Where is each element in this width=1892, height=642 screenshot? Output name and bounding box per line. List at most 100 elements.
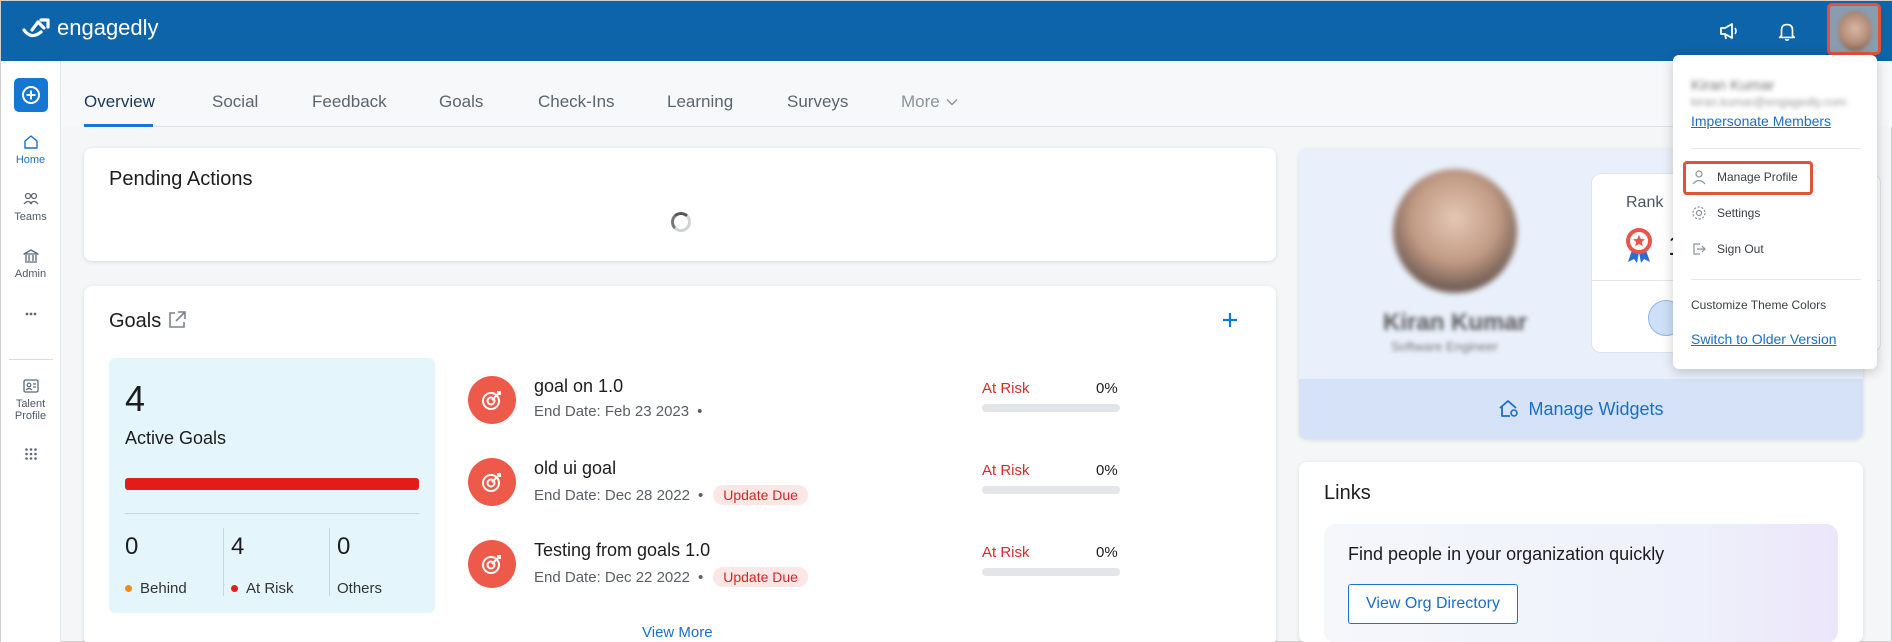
target-icon <box>468 540 516 588</box>
goal-status: At Risk <box>982 544 1030 561</box>
behind-label: Behind <box>125 580 187 597</box>
engagedly-logo[interactable]: engagedly <box>21 15 159 41</box>
profile-role: Software Engineer <box>1391 339 1498 354</box>
goal-end-date: End Date: Feb 23 2023 • <box>534 403 702 420</box>
bell-icon[interactable] <box>1773 17 1801 45</box>
view-org-directory-button[interactable]: View Org Directory <box>1348 584 1518 624</box>
view-more-link[interactable]: View More <box>642 624 713 641</box>
links-title: Links <box>1324 482 1371 504</box>
goal-status: At Risk <box>982 462 1030 479</box>
engagedly-logo-icon <box>22 18 50 38</box>
nav-item-talent-profile[interactable]: Talent Profile <box>1 377 60 422</box>
behind-count: 0 <box>125 533 139 560</box>
goal-row[interactable]: old ui goal End Date: Dec 28 2022 • Update… <box>468 458 1148 518</box>
active-goals-count: 4 <box>125 378 146 419</box>
main-tabs: Overview Social Feedback Goals Check-Ins… <box>61 61 1892 127</box>
goal-progress-bar <box>982 404 1120 412</box>
separator-dot: • <box>697 403 703 420</box>
tab-check-ins[interactable]: Check-Ins <box>538 92 615 112</box>
nav-item-admin[interactable]: Admin <box>1 247 60 280</box>
switch-older-version-link[interactable]: Switch to Older Version <box>1691 331 1837 347</box>
active-tab-indicator <box>84 124 153 127</box>
pending-actions-card: Pending Actions <box>84 148 1276 261</box>
goal-date-text: End Date: Feb 23 2023 <box>534 403 690 420</box>
customize-theme-colors-item[interactable]: Customize Theme Colors <box>1691 298 1826 312</box>
nav-item-apps[interactable] <box>1 447 60 464</box>
house-gear-icon <box>1499 400 1519 417</box>
org-directory-panel: Find people in your organization quickly… <box>1324 524 1838 642</box>
admin-icon <box>22 249 39 263</box>
goal-name[interactable]: goal on 1.0 <box>534 376 623 397</box>
dropdown-divider <box>1691 148 1861 149</box>
add-button[interactable] <box>14 78 48 112</box>
sign-out-item[interactable]: Sign Out <box>1691 241 1764 257</box>
at-risk-label-text: At Risk <box>246 580 294 597</box>
at-risk-dot <box>231 585 238 592</box>
goal-progress-bar <box>982 486 1120 494</box>
goal-date-text: End Date: Dec 22 2022 <box>534 568 690 586</box>
stat-separator <box>329 528 330 596</box>
tab-surveys[interactable]: Surveys <box>787 92 848 112</box>
tabs-divider <box>84 126 1824 127</box>
goal-row[interactable]: Testing from goals 1.0 End Date: Dec 22 … <box>468 540 1148 600</box>
goal-progress-value: 0% <box>1096 380 1118 397</box>
user-avatar-button[interactable] <box>1827 3 1881 55</box>
update-due-badge: Update Due <box>713 567 808 587</box>
nav-label-home: Home <box>15 154 46 166</box>
behind-dot <box>125 585 132 592</box>
dropdown-divider <box>1691 279 1861 280</box>
goal-progress-bar <box>982 568 1120 576</box>
manage-widgets-button[interactable]: Manage Widgets <box>1299 379 1863 439</box>
megaphone-icon[interactable] <box>1715 17 1743 45</box>
settings-item[interactable]: Settings <box>1691 205 1760 221</box>
goals-title: Goals <box>109 310 162 332</box>
active-goals-summary: 4 Active Goals 0 4 0 Behind At Risk Othe… <box>109 358 435 613</box>
add-goal-icon[interactable] <box>1221 311 1239 329</box>
chevron-down-icon <box>946 98 958 106</box>
behind-label-text: Behind <box>140 580 187 597</box>
goal-name[interactable]: Testing from goals 1.0 <box>534 540 710 561</box>
pending-actions-title: Pending Actions <box>109 168 253 190</box>
goal-progress-value: 0% <box>1096 462 1118 479</box>
others-count: 0 <box>337 533 351 560</box>
nav-item-teams[interactable]: Teams <box>1 190 60 223</box>
separator-dot: • <box>697 486 704 504</box>
tab-feedback[interactable]: Feedback <box>312 92 387 112</box>
loading-spinner <box>671 212 691 232</box>
tab-more[interactable]: More <box>901 92 958 112</box>
profile-name: Kiran Kumar <box>1383 309 1528 336</box>
tab-social[interactable]: Social <box>212 92 258 112</box>
goal-name[interactable]: old ui goal <box>534 458 616 479</box>
nav-label-talent-profile: Talent Profile <box>14 398 47 422</box>
separator-dot: • <box>697 568 704 586</box>
dropdown-user-name: Kiran Kumar <box>1691 77 1775 94</box>
settings-label: Settings <box>1717 206 1761 220</box>
rank-label: Rank <box>1626 194 1664 211</box>
user-dropdown-menu: Kiran Kumar kiran.kumar@engagedly.com Im… <box>1673 55 1877 369</box>
tab-goals[interactable]: Goals <box>439 92 483 112</box>
others-label-text: Others <box>337 580 383 597</box>
top-bar: engagedly <box>1 1 1892 61</box>
manage-widgets-label: Manage Widgets <box>1528 398 1664 419</box>
dropdown-user-email: kiran.kumar@engagedly.com <box>1691 95 1847 109</box>
impersonate-members-link[interactable]: Impersonate Members <box>1691 113 1831 129</box>
tab-learning[interactable]: Learning <box>667 92 733 112</box>
active-goals-label: Active Goals <box>125 428 227 448</box>
teams-icon <box>22 192 39 205</box>
target-icon <box>468 376 516 424</box>
goal-row[interactable]: goal on 1.0 End Date: Feb 23 2023 • At Ri… <box>468 376 1148 436</box>
plus-circle-icon <box>22 86 40 104</box>
nav-label-teams: Teams <box>14 211 47 223</box>
target-icon <box>468 458 516 506</box>
nav-item-home[interactable]: Home <box>1 133 60 166</box>
goal-end-date: End Date: Dec 28 2022 • Update Due <box>534 485 808 505</box>
at-risk-count: 4 <box>231 533 245 560</box>
nav-item-more[interactable] <box>1 309 60 322</box>
sign-out-icon <box>1693 243 1706 255</box>
gear-icon <box>1692 206 1706 220</box>
tab-overview[interactable]: Overview <box>84 92 155 112</box>
avatar-photo <box>1838 11 1872 51</box>
goal-end-date: End Date: Dec 22 2022 • Update Due <box>534 567 808 587</box>
external-link-icon[interactable] <box>166 309 188 331</box>
tab-more-label: More <box>901 92 940 111</box>
